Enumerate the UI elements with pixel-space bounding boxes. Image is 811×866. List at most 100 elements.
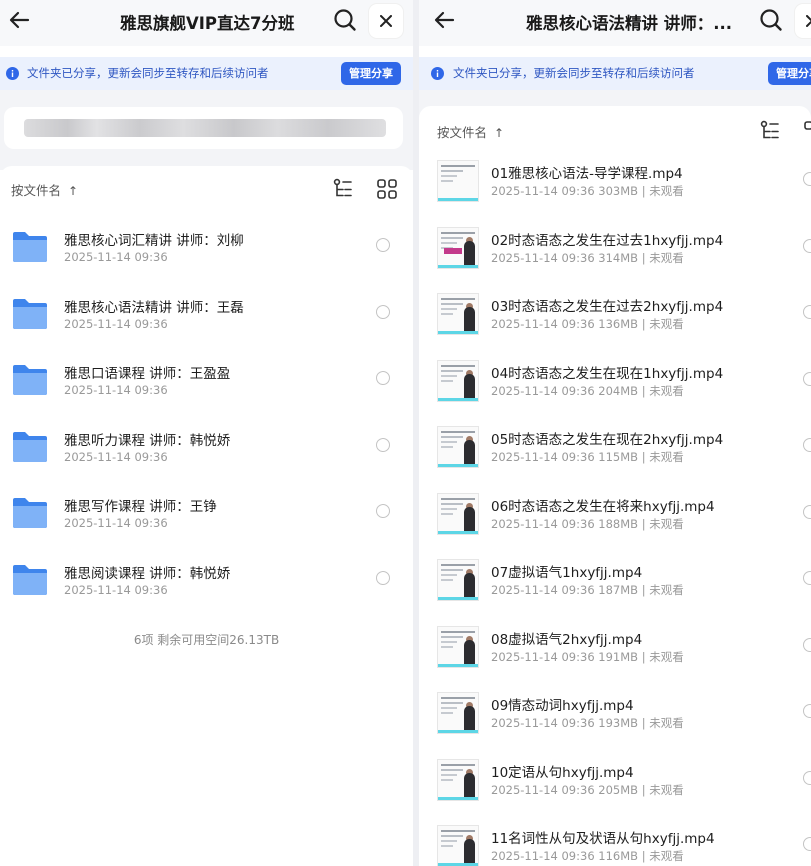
back-arrow-icon[interactable]: [431, 6, 459, 34]
video-thumbnail: [437, 293, 479, 335]
file-meta: 2025-11-14 09:36 116MB | 未观看: [491, 849, 684, 863]
file-meta: 2025-11-14 09:36 115MB | 未观看: [491, 450, 684, 464]
share-banner: 文件夹已分享，更新会同步至转存和后续访问者 管理分享: [419, 57, 811, 90]
sort-label: 按文件名: [11, 183, 62, 198]
search-icon[interactable]: [332, 7, 358, 33]
top-bar: 雅思核心语法精讲 讲师：...: [419, 0, 811, 46]
select-radio[interactable]: [803, 305, 811, 319]
file-name: 06时态语态之发生在将来hxyfjj.mp4: [491, 498, 715, 515]
select-radio[interactable]: [803, 571, 811, 585]
video-thumbnail: [437, 559, 479, 601]
file-name: 01雅思核心语法-导学课程.mp4: [491, 166, 683, 182]
file-name: 08虚拟语气2hxyfjj.mp4: [491, 631, 643, 648]
top-bar: 雅思旗舰VIP直达7分班: [0, 0, 413, 46]
manage-share-button[interactable]: 管理分享: [341, 62, 401, 85]
folder-date: 2025-11-14 09:36: [64, 250, 168, 264]
sort-by-name-button[interactable]: 按文件名 ↑: [11, 180, 78, 199]
page-title: 雅思旗舰VIP直达7分班: [120, 14, 295, 33]
folder-name: 雅思口语课程 讲师：王盈盈: [64, 366, 231, 382]
close-button[interactable]: [795, 4, 811, 38]
video-file-row[interactable]: 08虚拟语气2hxyfjj.mp4 2025-11-14 09:36 191MB …: [419, 612, 811, 678]
folder-icon: [13, 498, 47, 528]
select-radio[interactable]: [803, 438, 811, 452]
video-file-row[interactable]: 05时态语态之发生在现在2hxyfjj.mp4 2025-11-14 09:36 …: [419, 412, 811, 478]
video-file-row[interactable]: 04时态语态之发生在现在1hxyfjj.mp4 2025-11-14 09:36 …: [419, 346, 811, 412]
sort-up-arrow-icon: ↑: [494, 126, 505, 140]
video-thumbnail: [437, 625, 479, 668]
file-name: 05时态语态之发生在现在2hxyfjj.mp4: [491, 432, 724, 448]
file-meta: 2025-11-14 09:36 205MB | 未观看: [491, 782, 684, 797]
file-meta: 2025-11-14 09:36 314MB | 未观看: [491, 250, 684, 265]
banner-text: 文件夹已分享，更新会同步至转存和后续访问者: [453, 66, 695, 80]
file-name: 11名词性从句及状语从句hxyfjj.mp4: [491, 831, 715, 847]
folder-icon: [13, 298, 47, 329]
file-list: 按文件名 ↑ 雅思核心词汇精讲 讲师：刘柳 2025-11-14 09:36 雅思核心…: [0, 166, 413, 866]
video-file-row[interactable]: 01雅思核心语法-导学课程.mp4 2025-11-14 09:36 303MB …: [419, 146, 811, 212]
search-icon[interactable]: [758, 7, 784, 33]
folder-row[interactable]: 雅思听力课程 讲师：韩悦娇 2025-11-14 09:36: [0, 412, 413, 478]
left-screen: 雅思旗舰VIP直达7分班 文件夹已分享，更新会同步至转存和后续访问者 管理分享 …: [0, 0, 413, 866]
grid-view-icon[interactable]: [803, 120, 811, 142]
video-file-row[interactable]: 09情态动词hxyfjj.mp4 2025-11-14 09:36 193MB |…: [419, 678, 811, 744]
select-radio[interactable]: [376, 437, 390, 452]
file-meta: 2025-11-14 09:36 204MB | 未观看: [491, 383, 684, 398]
right-screen: 雅思核心语法精讲 讲师：... 文件夹已分享，更新会同步至转存和后续访问者 管理…: [419, 0, 811, 866]
select-radio[interactable]: [376, 371, 390, 385]
folder-date: 2025-11-14 09:36: [64, 582, 168, 597]
video-file-row[interactable]: 10定语从句hxyfjj.mp4 2025-11-14 09:36 205MB |…: [419, 745, 811, 811]
video-file-row[interactable]: 07虚拟语气1hxyfjj.mp4 2025-11-14 09:36 187MB …: [419, 545, 811, 611]
file-meta: 2025-11-14 09:36 303MB | 未观看: [491, 184, 684, 198]
path-card: [4, 107, 403, 149]
video-file-row[interactable]: 06时态语态之发生在将来hxyfjj.mp4 2025-11-14 09:36 1…: [419, 479, 811, 545]
file-meta: 2025-11-14 09:36 188MB | 未观看: [491, 516, 684, 531]
select-radio[interactable]: [803, 770, 811, 785]
folder-icon: [13, 365, 47, 395]
video-file-row[interactable]: 03时态语态之发生在过去2hxyfjj.mp4 2025-11-14 09:36 …: [419, 279, 811, 345]
select-radio[interactable]: [803, 504, 811, 519]
video-file-row[interactable]: 11名词性从句及状语从句hxyfjj.mp4 2025-11-14 09:36 1…: [419, 811, 811, 866]
select-radio[interactable]: [803, 371, 811, 386]
close-button[interactable]: [369, 4, 403, 38]
select-radio[interactable]: [803, 837, 811, 851]
back-arrow-icon[interactable]: [6, 6, 34, 34]
manage-share-button[interactable]: 管理分享: [768, 62, 811, 85]
folder-row[interactable]: 雅思写作课程 讲师：王铮 2025-11-14 09:36: [0, 478, 413, 544]
tree-view-icon[interactable]: [333, 178, 355, 200]
select-radio[interactable]: [376, 570, 390, 585]
folder-row[interactable]: 雅思阅读课程 讲师：韩悦娇 2025-11-14 09:36: [0, 545, 413, 611]
select-radio[interactable]: [803, 238, 811, 253]
folder-row[interactable]: 雅思核心语法精讲 讲师：王磊 2025-11-14 09:36: [0, 279, 413, 345]
folder-icon: [13, 232, 47, 262]
page-title: 雅思核心语法精讲 讲师：...: [526, 14, 733, 33]
folder-date: 2025-11-14 09:36: [64, 516, 168, 530]
folder-name: 雅思写作课程 讲师：王铮: [64, 499, 217, 515]
file-list: 按文件名 ↑ 01雅思核心语法-导学课程.mp4 2025-11-14 09:36 …: [419, 106, 811, 866]
storage-summary: 6项 剩余可用空间26.13TB: [133, 633, 280, 647]
file-meta: 2025-11-14 09:36 136MB | 未观看: [491, 317, 684, 331]
info-icon: [6, 67, 19, 80]
close-icon: [806, 15, 811, 27]
folder-name: 雅思核心语法精讲 讲师：王磊: [64, 299, 244, 316]
select-radio[interactable]: [803, 637, 811, 652]
grid-view-icon[interactable]: [376, 178, 398, 200]
sort-by-name-button[interactable]: 按文件名 ↑: [437, 122, 504, 141]
folder-row[interactable]: 雅思口语课程 讲师：王盈盈 2025-11-14 09:36: [0, 345, 413, 411]
folder-icon: [13, 431, 47, 462]
video-thumbnail: [437, 692, 479, 734]
select-radio[interactable]: [803, 172, 811, 186]
video-thumbnail: [437, 160, 479, 202]
info-icon: [431, 67, 444, 80]
select-radio[interactable]: [803, 704, 811, 718]
folder-name: 雅思核心词汇精讲 讲师：刘柳: [64, 233, 244, 249]
video-file-row[interactable]: 02时态语态之发生在过去1hxyfjj.mp4 2025-11-14 09:36 …: [419, 213, 811, 279]
select-radio[interactable]: [376, 304, 390, 319]
folder-date: 2025-11-14 09:36: [64, 383, 168, 397]
select-radio[interactable]: [376, 504, 390, 518]
share-banner: 文件夹已分享，更新会同步至转存和后续访问者 管理分享: [0, 57, 413, 90]
folder-row[interactable]: 雅思核心词汇精讲 讲师：刘柳 2025-11-14 09:36: [0, 212, 413, 278]
select-radio[interactable]: [376, 238, 390, 252]
file-meta: 2025-11-14 09:36 193MB | 未观看: [491, 716, 684, 730]
banner-text: 文件夹已分享，更新会同步至转存和后续访问者: [27, 66, 269, 80]
file-name: 02时态语态之发生在过去1hxyfjj.mp4: [491, 232, 724, 249]
tree-view-icon[interactable]: [760, 120, 782, 142]
